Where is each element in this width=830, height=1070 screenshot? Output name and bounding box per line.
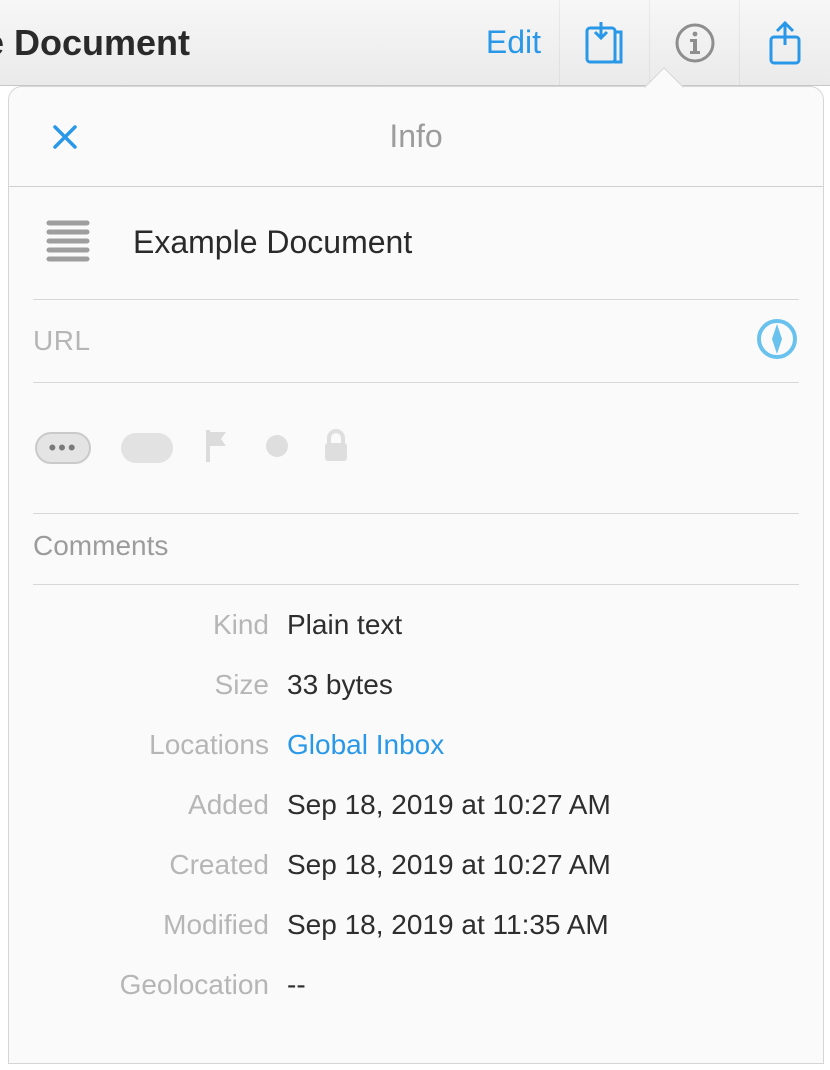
meta-row-kind: Kind Plain text	[33, 595, 799, 655]
meta-row-created: Created Sep 18, 2019 at 10:27 AM	[33, 835, 799, 895]
location-link[interactable]: Global Inbox	[287, 729, 444, 761]
meta-row-modified: Modified Sep 18, 2019 at 11:35 AM	[33, 895, 799, 955]
popover-header: Info	[9, 87, 823, 187]
meta-row-size: Size 33 bytes	[33, 655, 799, 715]
compass-icon[interactable]	[755, 317, 799, 366]
close-icon	[51, 121, 79, 157]
page-title: ole Document	[0, 22, 190, 64]
flag-icon[interactable]	[203, 428, 233, 469]
document-name[interactable]: Example Document	[133, 224, 412, 261]
meta-row-added: Added Sep 18, 2019 at 10:27 AM	[33, 775, 799, 835]
item-flags-section: •••	[33, 383, 799, 514]
comments-field[interactable]: Comments	[33, 514, 799, 584]
import-icon	[583, 20, 627, 66]
info-icon	[673, 21, 717, 65]
url-field[interactable]: URL	[33, 325, 755, 357]
meta-row-locations: Locations Global Inbox	[33, 715, 799, 775]
import-button[interactable]	[560, 0, 650, 86]
popover-title: Info	[389, 118, 442, 155]
meta-row-geolocation: Geolocation --	[33, 955, 799, 1015]
lock-icon[interactable]	[321, 428, 351, 469]
top-toolbar: ole Document Edit	[0, 0, 830, 86]
document-icon	[39, 213, 97, 271]
label-toggle[interactable]	[121, 433, 173, 463]
info-popover: Info Example Document URL	[8, 86, 824, 1064]
tags-button[interactable]: •••	[35, 432, 91, 464]
rating-dot-icon[interactable]	[263, 432, 291, 465]
edit-button[interactable]: Edit	[468, 0, 560, 86]
document-header-section: Example Document	[33, 187, 799, 300]
share-button[interactable]	[740, 0, 830, 86]
metadata-table: Kind Plain text Size 33 bytes Locations …	[9, 585, 823, 1015]
url-section: URL	[33, 300, 799, 383]
share-icon	[765, 19, 805, 67]
comments-section: Comments	[33, 514, 799, 585]
close-button[interactable]	[43, 117, 87, 161]
